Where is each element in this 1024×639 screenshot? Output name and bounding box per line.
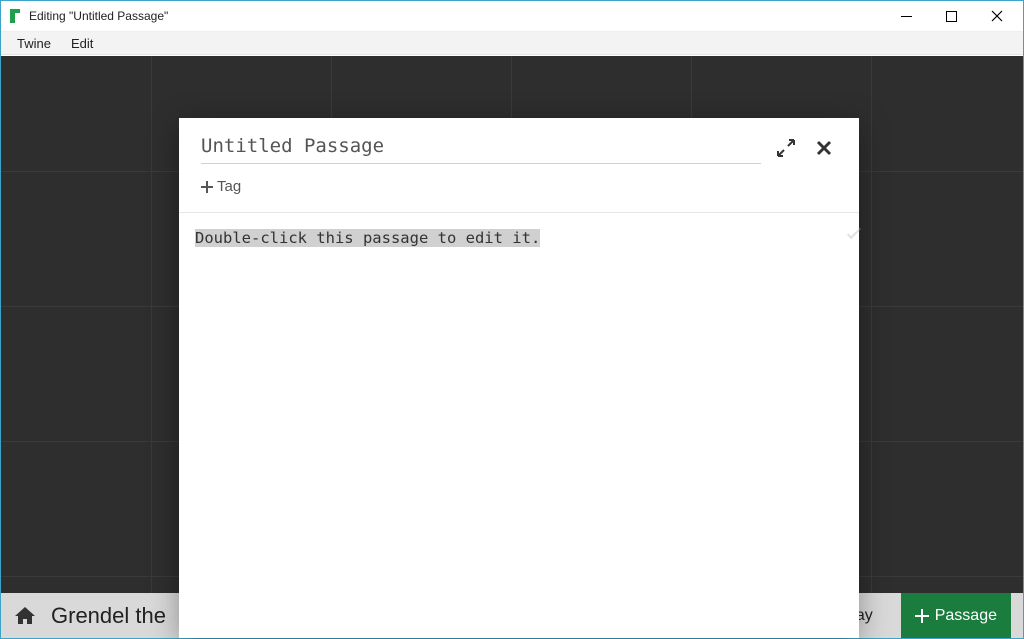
add-tag-button[interactable]: Tag (201, 178, 241, 195)
plus-icon (201, 181, 213, 193)
menu-edit[interactable]: Edit (61, 34, 103, 53)
window-minimize-button[interactable] (884, 1, 929, 31)
home-icon[interactable] (13, 604, 37, 628)
menubar: Twine Edit (1, 31, 1023, 55)
window-maximize-button[interactable] (929, 1, 974, 31)
app-icon (7, 8, 23, 24)
story-title[interactable]: Grendel the (51, 603, 166, 629)
passage-title-input[interactable] (201, 132, 761, 164)
add-passage-label: Passage (935, 607, 997, 625)
scroll-indicator-icon (847, 224, 861, 238)
passage-editor-modal: Tag Double-click this passage to edit it… (179, 118, 859, 638)
window-title: Editing "Untitled Passage" (29, 9, 168, 23)
close-icon[interactable] (811, 135, 837, 161)
window-titlebar: Editing "Untitled Passage" (1, 1, 1023, 31)
add-passage-button[interactable]: Passage (901, 593, 1011, 638)
story-canvas[interactable]: Grendel the Play Passage (1, 56, 1023, 638)
expand-icon[interactable] (773, 135, 799, 161)
plus-icon (915, 609, 929, 623)
add-tag-label: Tag (217, 178, 241, 195)
tag-row: Tag (179, 172, 859, 213)
passage-body-editor[interactable]: Double-click this passage to edit it. (179, 213, 859, 639)
modal-header (179, 118, 859, 172)
passage-body-text: Double-click this passage to edit it. (195, 229, 540, 247)
window-close-button[interactable] (974, 1, 1019, 31)
menu-twine[interactable]: Twine (7, 34, 61, 53)
